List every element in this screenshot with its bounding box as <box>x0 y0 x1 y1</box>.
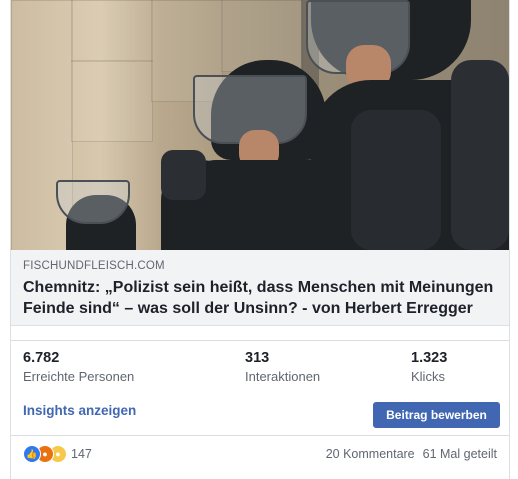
link-preview[interactable]: FISCHUNDFLEISCH.COM Chemnitz: „Polizist … <box>11 250 509 326</box>
stat-interactions: 313 Interaktionen <box>245 350 320 384</box>
link-preview-image[interactable] <box>11 0 509 250</box>
stat-reach-label: Erreichte Personen <box>23 369 135 384</box>
view-insights-link[interactable]: Insights anzeigen <box>23 403 136 418</box>
stat-reach-value: 6.782 <box>23 350 60 366</box>
comments-count[interactable]: 20 Kommentare <box>326 447 415 461</box>
stat-reach: 6.782 Erreichte Personen <box>23 350 134 384</box>
stat-interactions-label: Interaktionen <box>245 369 321 384</box>
divider <box>11 340 509 341</box>
like-icon: 👍 <box>23 445 41 463</box>
post-card: FISCHUNDFLEISCH.COM Chemnitz: „Polizist … <box>10 0 510 479</box>
engagement-summary: 20 Kommentare 61 Mal geteilt <box>326 447 497 461</box>
stat-clicks: 1.323 Klicks <box>411 350 447 384</box>
reaction-count: 147 <box>71 447 92 461</box>
reactions-summary[interactable]: 👍 ● ● 147 <box>23 445 92 463</box>
link-domain: FISCHUNDFLEISCH.COM <box>23 260 165 272</box>
stat-clicks-label: Klicks <box>411 369 445 384</box>
boost-post-button[interactable]: Beitrag bewerben <box>373 402 500 428</box>
stat-clicks-value: 1.323 <box>411 350 448 366</box>
stat-interactions-value: 313 <box>245 350 270 366</box>
divider <box>11 435 509 436</box>
shares-count[interactable]: 61 Mal geteilt <box>423 447 497 461</box>
link-title[interactable]: Chemnitz: „Polizist sein heißt, dass Men… <box>23 277 498 319</box>
